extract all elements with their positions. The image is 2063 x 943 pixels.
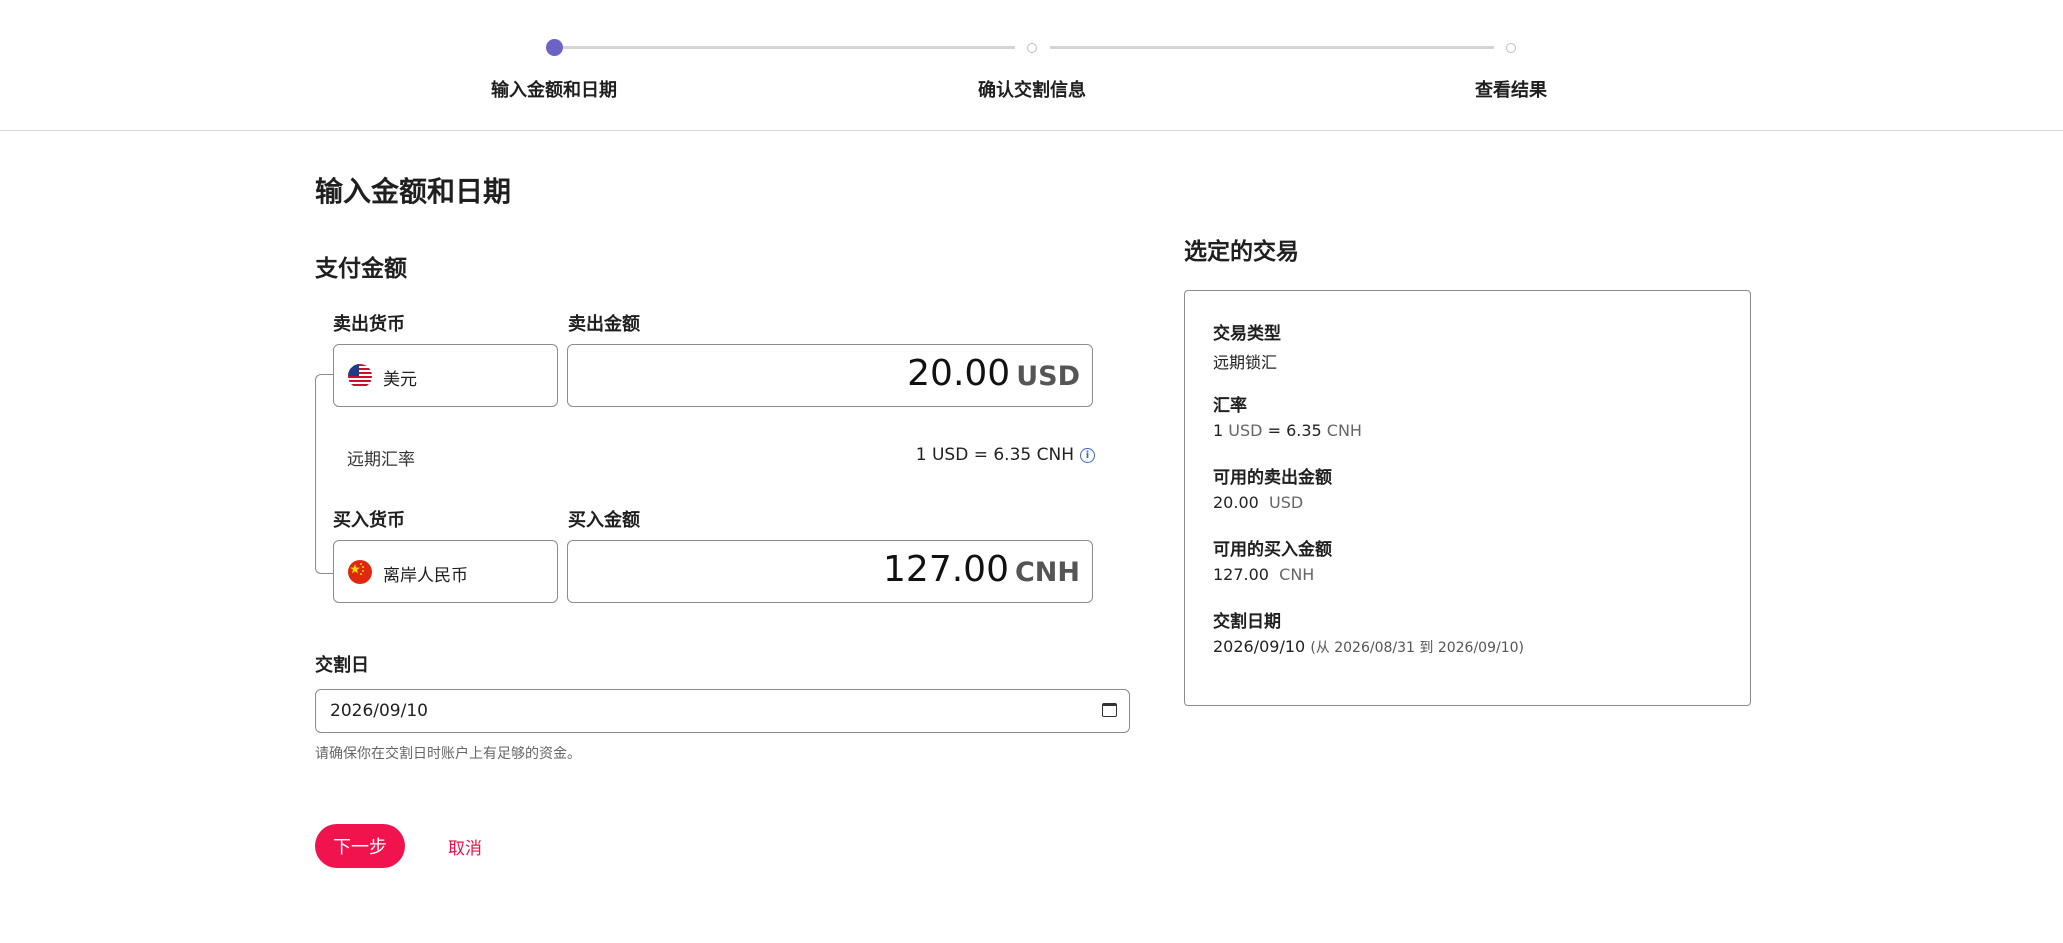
payment-section-title: 支付金额 — [315, 256, 407, 282]
sell-amount-value: 20.00 — [907, 353, 1011, 394]
available-buy-label: 可用的买入金额 — [1213, 540, 1332, 560]
available-buy-amount: 127.00 — [1213, 565, 1269, 584]
rate-eq: = — [1267, 421, 1281, 440]
rate-usd: USD — [1228, 421, 1263, 440]
step-2-dot — [1027, 43, 1037, 53]
settle-date-value: 2026/09/10 — [330, 701, 428, 721]
stepper: 输入金额和日期 确认交割信息 查看结果 — [0, 0, 2063, 131]
buy-amount-input[interactable]: 127.00 CNH — [567, 540, 1093, 603]
cn-flag-icon — [348, 560, 372, 584]
step-3-label: 查看结果 — [1475, 80, 1547, 101]
settle-date-summary-value: 2026/09/10 (从 2026/08/31 到 2026/09/10) — [1213, 637, 1524, 657]
cancel-link[interactable]: 取消 — [448, 834, 482, 859]
rate-number: 6.35 — [1286, 421, 1322, 440]
sell-amount-label: 卖出金额 — [568, 314, 640, 335]
rate-cnh: CNH — [1326, 421, 1362, 440]
settle-date-range: (从 2026/08/31 到 2026/09/10) — [1310, 640, 1524, 656]
step-1-label: 输入金额和日期 — [491, 80, 617, 101]
calendar-icon[interactable] — [1102, 703, 1117, 717]
available-sell-value: 20.00 USD — [1213, 493, 1303, 512]
forward-rate-label: 远期汇率 — [347, 450, 415, 470]
step-2-label: 确认交割信息 — [978, 80, 1086, 101]
forward-rate-value: 1 USD = 6.35 CNH i — [916, 445, 1095, 465]
sell-amount-currency: USD — [1016, 361, 1080, 392]
available-sell-amount: 20.00 — [1213, 493, 1259, 512]
buy-currency-select[interactable]: 离岸人民币 — [333, 540, 558, 603]
selected-trade-title: 选定的交易 — [1184, 239, 1299, 265]
buy-currency-label: 买入货币 — [333, 510, 405, 531]
forward-rate-text: 1 USD = 6.35 CNH — [915, 445, 1074, 465]
us-flag-icon — [348, 364, 372, 388]
rate-label: 汇率 — [1213, 396, 1247, 416]
settle-date-label: 交割日 — [315, 655, 369, 676]
available-sell-label: 可用的卖出金额 — [1213, 468, 1332, 488]
step-connector — [563, 46, 1015, 49]
currency-connector — [315, 374, 333, 574]
step-1-dot — [546, 39, 563, 56]
buy-currency-name: 离岸人民币 — [383, 566, 468, 586]
settle-date-hint: 请确保你在交割日时账户上有足够的资金。 — [315, 746, 581, 762]
trade-type-label: 交易类型 — [1213, 324, 1281, 344]
settle-date-summary-date: 2026/09/10 — [1213, 637, 1306, 656]
page-title: 输入金额和日期 — [315, 175, 512, 208]
available-buy-value: 127.00 CNH — [1213, 565, 1314, 584]
rate-one: 1 — [1213, 421, 1224, 440]
sell-currency-name: 美元 — [383, 370, 417, 390]
trade-type-value: 远期锁汇 — [1213, 353, 1278, 372]
buy-amount-value: 127.00 — [883, 549, 1009, 590]
next-button[interactable]: 下一步 — [315, 824, 405, 868]
sell-currency-label: 卖出货币 — [333, 314, 405, 335]
settle-date-summary-label: 交割日期 — [1213, 612, 1281, 632]
sell-amount-input[interactable]: 20.00 USD — [567, 344, 1093, 407]
step-3-dot — [1506, 43, 1516, 53]
buy-amount-label: 买入金额 — [568, 510, 640, 531]
available-buy-currency: CNH — [1279, 565, 1315, 584]
settle-date-input[interactable]: 2026/09/10 — [315, 689, 1130, 733]
available-sell-currency: USD — [1268, 493, 1304, 512]
buy-amount-currency: CNH — [1014, 557, 1080, 588]
sell-currency-select[interactable]: 美元 — [333, 344, 558, 407]
rate-value: 1 USD = 6.35 CNH — [1213, 421, 1362, 440]
step-connector — [1050, 46, 1494, 49]
selected-trade-card: 交易类型 远期锁汇 汇率 1 USD = 6.35 CNH 可用的卖出金额 20… — [1184, 290, 1751, 706]
info-icon[interactable]: i — [1080, 447, 1095, 463]
